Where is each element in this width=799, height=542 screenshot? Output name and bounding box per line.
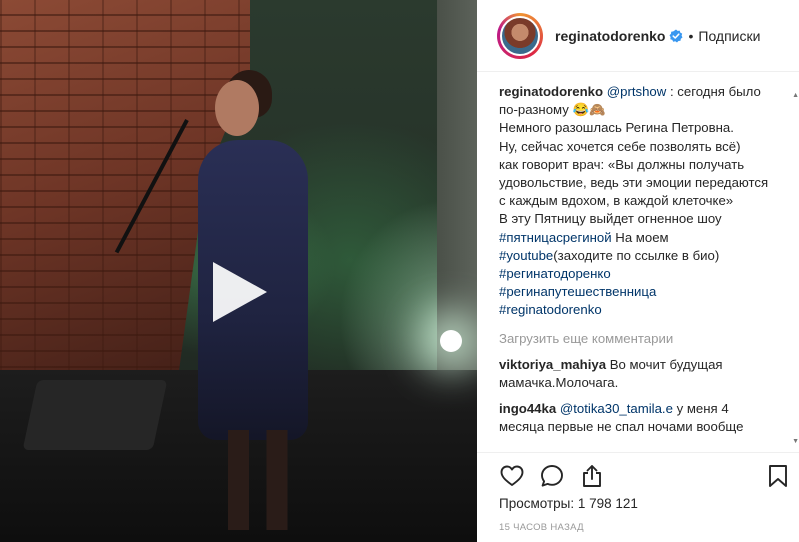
post-side-panel: reginatodorenko • Подписки reginatodoren…	[477, 0, 799, 542]
load-more-comments-button[interactable]: Загрузить еще комментарии	[499, 330, 777, 348]
post-timestamp[interactable]: 15 ЧАСОВ НАЗАД	[499, 522, 584, 533]
caption-username[interactable]: reginatodorenko	[499, 84, 603, 99]
play-icon[interactable]	[205, 258, 273, 326]
caption-text: На моем	[611, 229, 669, 245]
views-count: Просмотры: 1 798 121	[499, 496, 638, 511]
video-performer-head	[215, 80, 259, 136]
comments-scroll-area[interactable]: reginatodorenko @prtshow : сегодня было …	[477, 83, 799, 452]
hashtag-link[interactable]: #регинатодоренко	[499, 266, 611, 281]
caption-line-4: как говорит врач: «Вы должны получать уд…	[499, 156, 769, 209]
bookmark-icon[interactable]	[765, 463, 793, 491]
caption-text: (заходите по ссылке в био)	[553, 247, 720, 263]
video-performer-legs	[228, 430, 298, 530]
caption-line-2: Немного разошлась Регина Петровна.	[499, 120, 734, 136]
following-button[interactable]: Подписки	[698, 28, 760, 44]
post-header: reginatodorenko • Подписки	[477, 0, 799, 72]
post-header-text: reginatodorenko • Подписки	[555, 28, 760, 44]
comment-mention-link[interactable]: @totika30_tamila.e	[560, 401, 673, 416]
verified-badge-icon	[669, 29, 683, 43]
comment-item: ingo44ka @totika30_tamila.e у меня 4 мес…	[499, 400, 777, 436]
post-actions-bar: Просмотры: 1 798 121 15 ЧАСОВ НАЗАД	[477, 452, 799, 542]
heart-icon[interactable]	[499, 463, 527, 491]
separator-dot: •	[688, 27, 694, 44]
comments-scrollbar[interactable]	[793, 86, 799, 450]
avatar[interactable]	[497, 12, 543, 59]
caption-mention-link[interactable]: @prtshow	[607, 84, 667, 99]
comment-item: viktoriya_mahiya Во мочит будущая мамачк…	[499, 356, 777, 392]
scroll-down-arrow-icon[interactable]: ▼	[792, 438, 799, 445]
hashtag-link[interactable]: #reginatodorenko	[499, 302, 602, 317]
comment-bubble-icon[interactable]	[539, 463, 567, 491]
hashtag-link[interactable]: #пятницасрегиной	[499, 230, 612, 245]
hashtag-link[interactable]: #youtube	[499, 248, 553, 263]
post-caption: reginatodorenko @prtshow : сегодня было …	[499, 83, 777, 320]
author-username[interactable]: reginatodorenko	[555, 28, 665, 44]
views-value: 1 798 121	[577, 496, 638, 511]
hashtag-link[interactable]: #регинапутешественница	[499, 284, 656, 299]
video-stage-monitor	[22, 380, 168, 450]
avatar-image	[500, 15, 540, 56]
views-label: Просмотры:	[499, 496, 575, 511]
scroll-up-arrow-icon[interactable]: ▲	[792, 92, 799, 99]
caption-line-5: В эту Пятницу выйдет огненное шоу	[499, 211, 722, 227]
share-icon[interactable]	[579, 463, 607, 491]
comment-username[interactable]: ingo44ka	[499, 401, 556, 416]
caption-line-3: Ну, сейчас хочется себе позволять всё)	[499, 138, 741, 154]
video-stage-light	[440, 330, 462, 352]
comment-username[interactable]: viktoriya_mahiya	[499, 357, 606, 372]
post-video[interactable]	[0, 0, 477, 542]
